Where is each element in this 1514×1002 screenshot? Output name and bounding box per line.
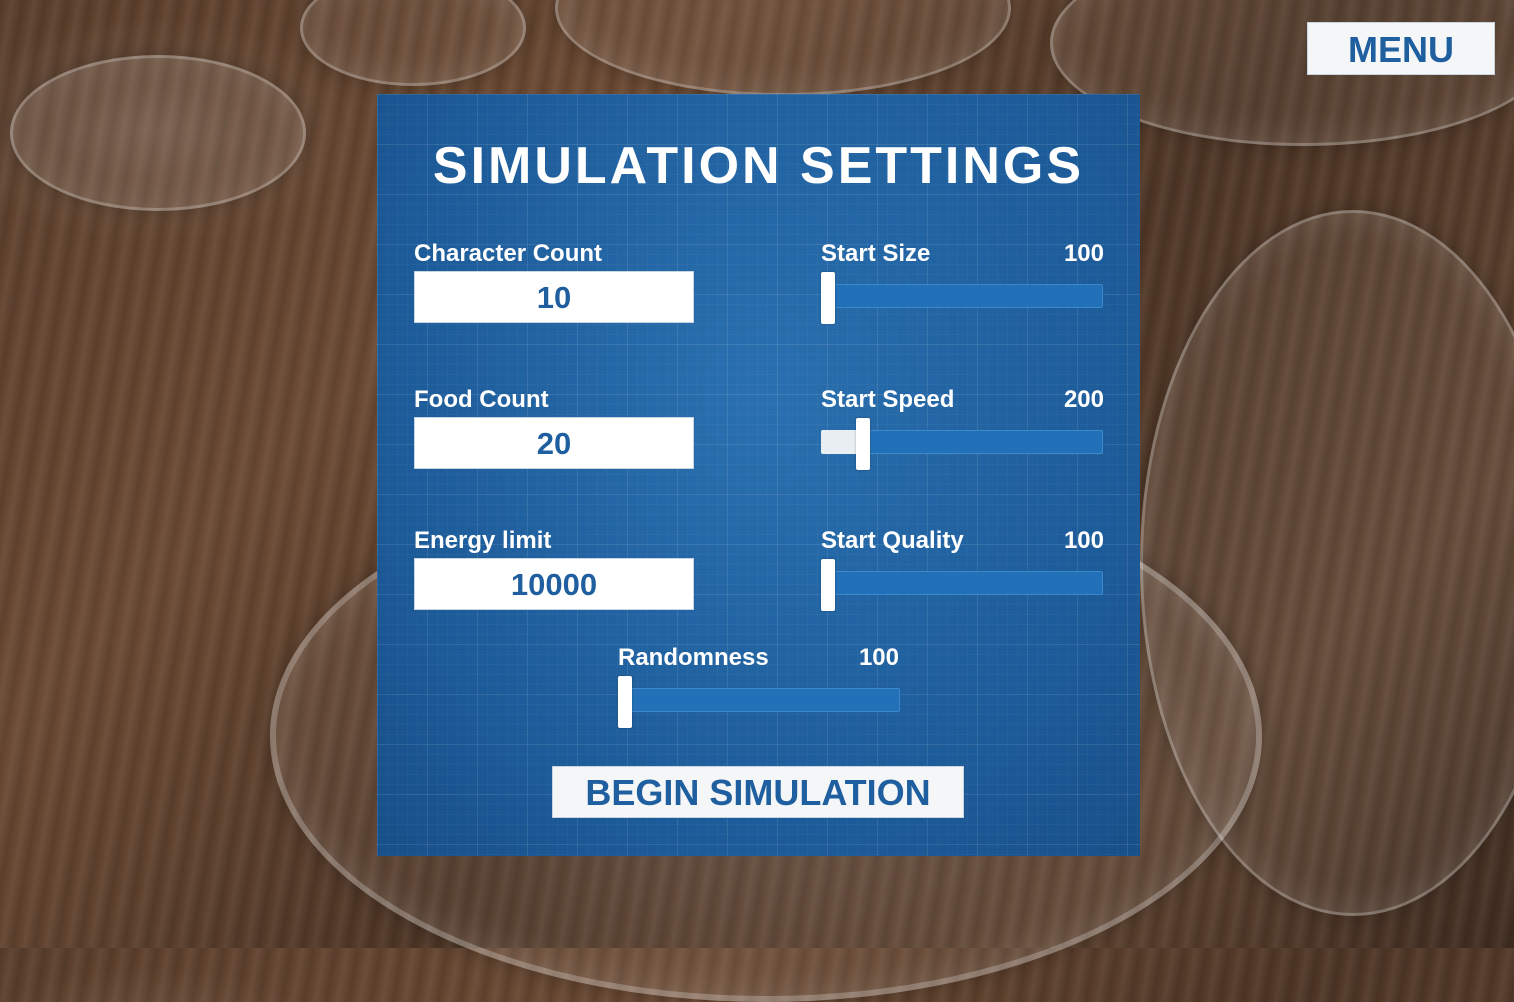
energy-limit-input[interactable]: 10000 <box>414 558 694 610</box>
menu-button[interactable]: MENU <box>1307 22 1495 75</box>
randomness-label: Randomness <box>618 644 769 671</box>
start-size-slider[interactable] <box>821 272 1103 324</box>
slider-handle[interactable] <box>618 676 632 728</box>
simulation-settings-panel: SIMULATION SETTINGS Character Count 10 F… <box>377 94 1140 856</box>
start-speed-label: Start Speed <box>821 386 955 413</box>
glass-dish <box>300 0 526 86</box>
character-count-label: Character Count <box>414 240 603 267</box>
slider-handle[interactable] <box>821 559 835 611</box>
slider-handle[interactable] <box>855 418 870 470</box>
start-quality-label: Start Quality <box>821 527 964 554</box>
start-speed-slider[interactable] <box>821 418 1103 470</box>
slider-track <box>821 571 1103 595</box>
slider-track <box>821 284 1103 308</box>
character-count-input[interactable]: 10 <box>414 271 694 323</box>
start-speed-value: 200 <box>1063 386 1104 413</box>
start-size-label: Start Size <box>821 240 931 267</box>
randomness-slider[interactable] <box>618 676 900 728</box>
glass-dish <box>555 0 1011 96</box>
food-count-label: Food Count <box>414 386 549 413</box>
randomness-value: 100 <box>858 644 899 671</box>
start-size-value: 100 <box>1063 240 1104 267</box>
start-quality-slider[interactable] <box>821 559 1103 611</box>
glass-dish <box>10 55 306 211</box>
food-count-input[interactable]: 20 <box>414 417 694 469</box>
panel-title: SIMULATION SETTINGS <box>432 137 1085 195</box>
energy-limit-label: Energy limit <box>414 527 552 554</box>
start-quality-value: 100 <box>1063 527 1104 554</box>
begin-simulation-button[interactable]: BEGIN SIMULATION <box>552 766 964 818</box>
slider-track <box>618 688 900 712</box>
slider-handle[interactable] <box>821 272 835 324</box>
